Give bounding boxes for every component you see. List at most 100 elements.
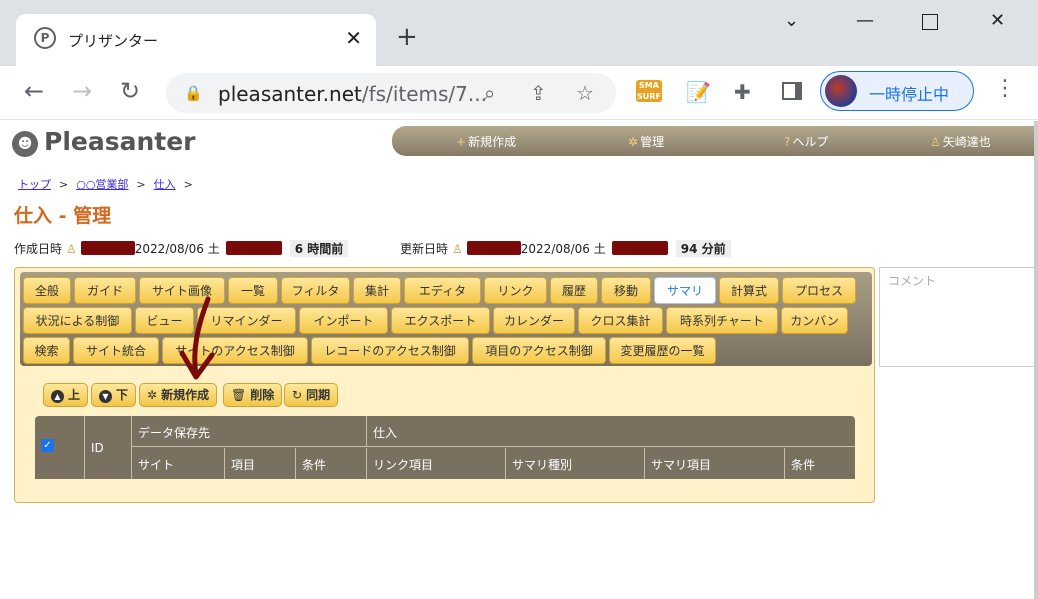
tab-search[interactable]: 検索 — [23, 337, 70, 364]
tab-export[interactable]: エクスポート — [391, 307, 490, 334]
created-elapsed: 6 時間前 — [289, 240, 349, 257]
updated-meta: 更新日時 ♙ 2022/08/06 土 94 分前 — [400, 240, 731, 257]
address-bar[interactable]: 🔒 pleasanter.net/fs/items/7... ⌕ ⇪ ☆ — [166, 73, 616, 113]
browser-tab[interactable]: P プリザンター ✕ — [16, 14, 376, 66]
created-date: 2022/08/06 土 — [134, 242, 220, 256]
tab-cross-tab[interactable]: クロス集計 — [578, 307, 663, 334]
created-meta: 作成日時 ♙ 2022/08/06 土 6 時間前 — [14, 240, 349, 257]
share-icon[interactable]: ⇪ — [530, 81, 547, 105]
tab-timeseries[interactable]: 時系列チャート — [666, 307, 778, 334]
tab-process[interactable]: プロセス — [782, 277, 856, 304]
tab-record-access[interactable]: レコードのアクセス制御 — [311, 337, 469, 364]
chevron-down-icon[interactable]: ⌄ — [784, 10, 799, 31]
logo[interactable]: ☻ Pleasanter — [12, 127, 196, 157]
select-all-column: ✓ — [35, 416, 85, 479]
comment-box[interactable]: コメント — [879, 267, 1038, 367]
tab-status-control[interactable]: 状況による制御 — [23, 307, 132, 334]
smartsurf-extension-icon[interactable]: SMA SURF — [636, 80, 662, 102]
top-navbar: + 新規作成 ✲ 管理 ? ヘルプ ♙ 矢崎達也 — [392, 126, 1034, 156]
nav-new-label: 新規作成 — [468, 135, 517, 149]
tab-summary[interactable]: サマリ — [654, 277, 716, 304]
column-condition-2[interactable]: 条件 — [785, 448, 855, 479]
column-item-label: 項目 — [231, 458, 256, 472]
maximize-icon[interactable] — [922, 14, 938, 30]
redacted-time — [225, 241, 282, 255]
user-icon: ♙ — [66, 242, 77, 256]
nav-help[interactable]: ? ヘルプ — [784, 133, 828, 150]
menu-icon[interactable]: ⋮ — [994, 76, 1016, 101]
url-path: /fs/items/7... — [361, 82, 487, 106]
tab-import[interactable]: インポート — [299, 307, 388, 334]
back-icon[interactable]: ← — [24, 77, 44, 105]
tab-kanban[interactable]: カンバン — [781, 307, 848, 334]
profile-button[interactable]: 一時停止中 — [820, 71, 974, 111]
purchase-group: 仕入 — [367, 416, 855, 447]
nav-manage-label: 管理 — [640, 135, 665, 149]
logo-icon: ☻ — [12, 131, 38, 157]
tab-formula[interactable]: 計算式 — [719, 277, 779, 304]
tab-site-integration[interactable]: サイト統合 — [73, 337, 159, 364]
updated-label: 更新日時 — [400, 242, 449, 256]
column-summary-item[interactable]: サマリ項目 — [645, 448, 785, 479]
tab-history[interactable]: 履歴 — [550, 277, 598, 304]
new-button[interactable]: ✲ 新規作成 — [139, 383, 218, 407]
redacted-name — [466, 241, 521, 255]
tab-guide[interactable]: ガイド — [74, 277, 136, 304]
redacted-name — [80, 241, 135, 255]
notes-extension-icon[interactable]: 📝 — [686, 80, 711, 104]
url-text[interactable]: pleasanter.net/fs/items/7... — [218, 82, 487, 106]
editor-tabs: 全般 ガイド サイト画像 一覧 フィルタ 集計 エディタ リンク 履歴 移動 サ… — [20, 272, 872, 366]
zoom-icon[interactable]: ⌕ — [484, 81, 495, 105]
nav-new[interactable]: + 新規作成 — [456, 133, 516, 150]
column-summary-type-label: サマリ種別 — [512, 458, 573, 472]
plus-icon: + — [456, 135, 467, 149]
delete-button[interactable]: 🗑 削除 — [223, 383, 283, 407]
move-down-button[interactable]: ▼ 下 — [91, 383, 137, 407]
close-icon[interactable]: ✕ — [345, 26, 362, 50]
tab-general[interactable]: 全般 — [23, 277, 71, 304]
column-condition-2-label: 条件 — [791, 458, 816, 472]
column-site[interactable]: サイト — [132, 448, 225, 479]
reload-icon[interactable]: ↻ — [120, 77, 140, 105]
breadcrumb-top[interactable]: トップ — [18, 178, 51, 191]
column-link-item-label: リンク項目 — [373, 458, 434, 472]
select-all-checkbox[interactable]: ✓ — [41, 439, 54, 452]
column-link-item[interactable]: リンク項目 — [367, 448, 506, 479]
profile-label: 一時停止中 — [869, 85, 950, 104]
page-title: 仕入 - 管理 — [14, 205, 112, 227]
tab-move[interactable]: 移動 — [601, 277, 651, 304]
id-header: ID — [91, 441, 104, 455]
nav-user[interactable]: ♙ 矢崎達也 — [930, 133, 991, 150]
id-column[interactable]: ID — [85, 416, 132, 479]
window-close-icon[interactable]: ✕ — [990, 10, 1005, 31]
tab-calendar[interactable]: カレンダー — [493, 307, 575, 334]
tab-link[interactable]: リンク — [484, 277, 547, 304]
column-summary-type[interactable]: サマリ種別 — [506, 448, 645, 479]
tab-list[interactable]: 一覧 — [228, 277, 278, 304]
breadcrumb-department[interactable]: ○○営業部 — [76, 178, 128, 191]
trash-icon: 🗑 — [231, 388, 247, 402]
breadcrumb-separator: > — [136, 178, 146, 191]
new-tab-icon[interactable]: + — [396, 22, 418, 52]
nav-manage[interactable]: ✲ 管理 — [628, 133, 664, 150]
updated-elapsed: 94 分前 — [675, 240, 731, 257]
lock-icon[interactable]: 🔒 — [184, 84, 203, 102]
sync-button[interactable]: ↻ 同期 — [284, 383, 339, 407]
column-condition[interactable]: 条件 — [296, 448, 367, 479]
puzzle-icon[interactable]: ✚ — [734, 80, 751, 104]
tab-aggregate[interactable]: 集計 — [353, 277, 401, 304]
side-panel-icon[interactable] — [782, 82, 802, 100]
forward-icon[interactable]: → — [72, 77, 92, 105]
tab-editor[interactable]: エディタ — [404, 277, 481, 304]
star-icon[interactable]: ☆ — [576, 81, 594, 105]
column-item[interactable]: 項目 — [225, 448, 296, 479]
tab-filter[interactable]: フィルタ — [281, 277, 350, 304]
tab-column-access[interactable]: 項目のアクセス制御 — [472, 337, 606, 364]
move-up-button[interactable]: ▲ 上 — [43, 383, 89, 407]
avatar — [825, 75, 857, 107]
tab-change-history[interactable]: 変更履歴の一覧 — [609, 337, 716, 364]
breadcrumb-separator: > — [59, 178, 69, 191]
breadcrumb-purchase[interactable]: 仕入 — [154, 178, 176, 191]
minimize-icon[interactable]: — — [856, 10, 874, 31]
column-summary-item-label: サマリ項目 — [651, 458, 712, 472]
